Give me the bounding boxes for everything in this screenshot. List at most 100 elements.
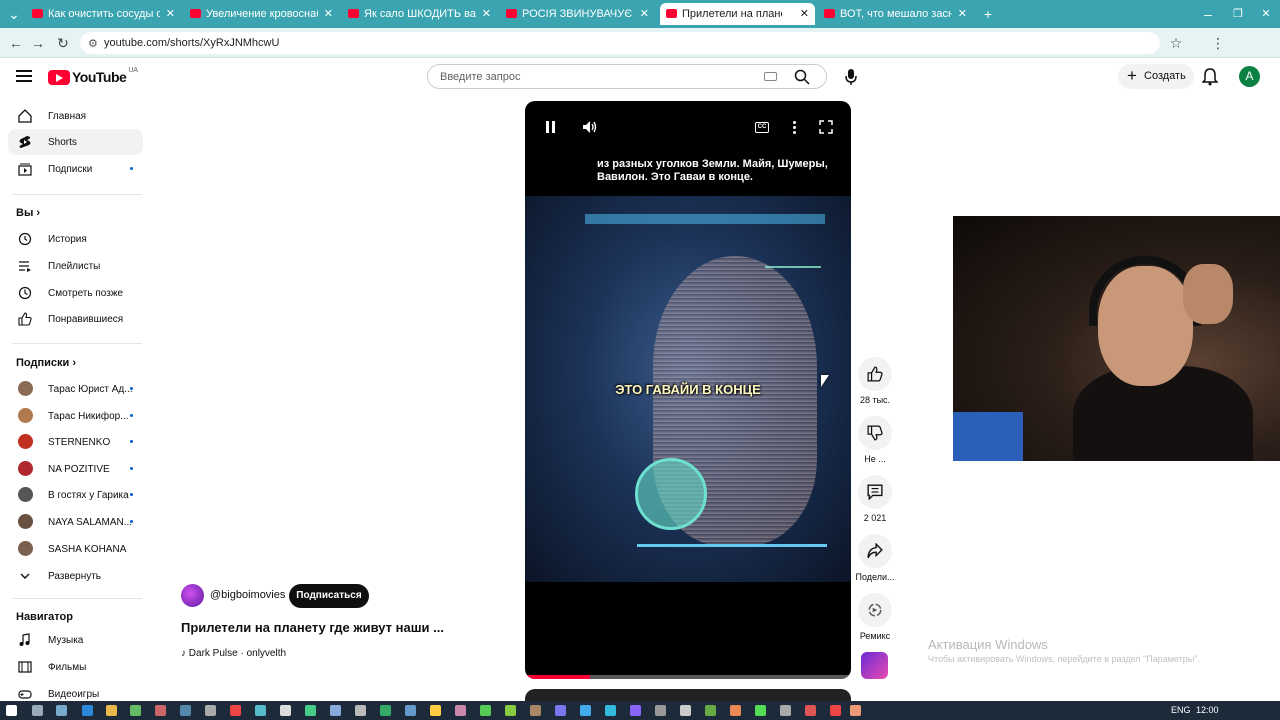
close-window-icon[interactable]: ✕: [1258, 6, 1274, 22]
app-icon[interactable]: [405, 705, 416, 716]
sound-thumbnail[interactable]: [861, 652, 888, 679]
telegram-icon[interactable]: [605, 705, 616, 716]
keyboard-icon[interactable]: [764, 72, 777, 81]
explorer-icon[interactable]: [106, 705, 117, 716]
close-tab-icon[interactable]: ✕: [482, 7, 491, 20]
app-icon[interactable]: [580, 705, 591, 716]
sidebar-subscription-channel[interactable]: Тарас Никифор...: [8, 403, 143, 429]
app-icon[interactable]: [780, 705, 791, 716]
close-tab-icon[interactable]: ✕: [324, 7, 333, 20]
close-tab-icon[interactable]: ✕: [166, 7, 175, 20]
app-icon[interactable]: [180, 705, 191, 716]
app-icon[interactable]: [330, 705, 341, 716]
search-input[interactable]: Введите запрос: [427, 64, 827, 89]
app-icon[interactable]: [155, 705, 166, 716]
sidebar-expand-button[interactable]: Развернуть: [8, 563, 143, 589]
sidebar-item-watch-later[interactable]: Смотреть позже: [8, 280, 143, 306]
youtube-logo[interactable]: YouTube UA: [48, 67, 138, 85]
forward-icon[interactable]: →: [30, 35, 46, 51]
app-icon[interactable]: [705, 705, 716, 716]
comments-button[interactable]: 2 021: [852, 475, 898, 523]
account-avatar[interactable]: A: [1239, 66, 1260, 87]
close-tab-icon[interactable]: ✕: [640, 7, 649, 20]
app-icon[interactable]: [305, 705, 316, 716]
video-progress-bar[interactable]: [525, 675, 851, 679]
url-field[interactable]: ⚙ youtube.com/shorts/XyRxJNMhcwU: [80, 32, 1160, 54]
app-icon[interactable]: [480, 705, 491, 716]
app-icon[interactable]: [255, 705, 266, 716]
app-icon[interactable]: [205, 705, 216, 716]
subscribe-button[interactable]: Подписаться: [289, 584, 369, 608]
app-icon[interactable]: [655, 705, 666, 716]
you-section-header[interactable]: Вы ›: [16, 207, 40, 219]
menu-icon[interactable]: [16, 70, 32, 82]
share-button[interactable]: Подели...: [852, 534, 898, 582]
close-tab-icon[interactable]: ✕: [800, 7, 809, 20]
site-info-icon[interactable]: ⚙: [88, 37, 98, 50]
sidebar-subscription-channel[interactable]: Тарас Юрист Ад...: [8, 376, 143, 402]
bookmark-icon[interactable]: ☆: [1168, 35, 1184, 51]
browser-tab-5-active[interactable]: Прилетели на планету где✕: [660, 3, 815, 25]
sidebar-item-home[interactable]: Главная: [8, 103, 143, 129]
app-icon[interactable]: [380, 705, 391, 716]
sidebar-subscription-channel[interactable]: NA POZITIVE: [8, 456, 143, 482]
video-title[interactable]: Прилетели на планету где живут наши ...: [181, 620, 444, 635]
reload-icon[interactable]: ↻: [55, 35, 71, 51]
sidebar-subscription-channel[interactable]: SASHA KOHANA: [8, 536, 143, 562]
closed-captions-icon[interactable]: CC: [755, 122, 769, 133]
minimize-icon[interactable]: –: [1200, 6, 1216, 22]
dislike-button[interactable]: Не ...: [852, 416, 898, 464]
more-options-icon[interactable]: [793, 121, 797, 135]
browser-tab-3[interactable]: Як сало ШКОДИТЬ вашому здо✕: [342, 3, 497, 25]
remix-button[interactable]: Ремикс: [852, 593, 898, 641]
fullscreen-icon[interactable]: [819, 120, 833, 134]
create-button[interactable]: + Создать: [1118, 64, 1194, 89]
browser-tab-1[interactable]: Как очистить сосуды от бляшек✕: [26, 3, 181, 25]
app-icon[interactable]: [455, 705, 466, 716]
sidebar-item-subscriptions[interactable]: Подписки: [8, 156, 143, 182]
browser-tab-4[interactable]: РОСІЯ ЗВИНУВАЧУЄ УКРАЇНУ✕: [500, 3, 655, 25]
app-icon[interactable]: [680, 705, 691, 716]
app-icon[interactable]: [730, 705, 741, 716]
search-icon[interactable]: [794, 69, 810, 85]
chrome-active-icon[interactable]: [830, 705, 841, 716]
task-view-icon[interactable]: [56, 705, 67, 716]
browser-tab-6[interactable]: ВОТ, что мешало заснуть! Как✕: [818, 3, 973, 25]
app-icon[interactable]: [280, 705, 291, 716]
microphone-icon[interactable]: [844, 68, 858, 86]
back-icon[interactable]: ←: [8, 35, 24, 51]
language-indicator[interactable]: ENG: [1171, 705, 1191, 715]
sidebar-item-music[interactable]: Музыка: [8, 627, 143, 653]
notifications-bell-icon[interactable]: [1202, 68, 1218, 86]
music-link[interactable]: ♪ Dark Pulse · onlyvelth: [181, 648, 286, 659]
sidebar-subscription-channel[interactable]: В гостях у Гарика: [8, 482, 143, 508]
app-icon[interactable]: [630, 705, 641, 716]
app-icon[interactable]: [505, 705, 516, 716]
channel-avatar[interactable]: [181, 584, 204, 607]
tab-list-icon[interactable]: ⌄: [6, 6, 22, 22]
app-icon[interactable]: [130, 705, 141, 716]
app-icon[interactable]: [850, 705, 861, 716]
sidebar-item-liked[interactable]: Понравившиеся: [8, 306, 143, 332]
close-tab-icon[interactable]: ✕: [958, 7, 967, 20]
shorts-video-player[interactable]: из разных уголков Земли. Майя, Шумеры, В…: [525, 101, 851, 679]
like-button[interactable]: 28 тыс.: [852, 357, 898, 405]
search-taskbar-icon[interactable]: [32, 705, 43, 716]
sidebar-item-shorts[interactable]: Shorts: [8, 129, 143, 155]
start-icon[interactable]: [6, 705, 17, 716]
edge-icon[interactable]: [82, 705, 93, 716]
app-icon[interactable]: [530, 705, 541, 716]
sidebar-subscription-channel[interactable]: NAYA SALAMAN...: [8, 509, 143, 535]
app-icon[interactable]: [805, 705, 816, 716]
volume-icon[interactable]: [582, 120, 598, 134]
channel-handle[interactable]: @bigboimovies: [210, 589, 285, 601]
sidebar-item-history[interactable]: История: [8, 226, 143, 252]
maximize-icon[interactable]: ❐: [1230, 6, 1246, 22]
app-icon[interactable]: [555, 705, 566, 716]
subscriptions-section-header[interactable]: Подписки ›: [16, 357, 76, 369]
sidebar-item-films[interactable]: Фильмы: [8, 654, 143, 680]
pause-icon[interactable]: [546, 121, 556, 133]
app-icon[interactable]: [430, 705, 441, 716]
app-icon[interactable]: [755, 705, 766, 716]
app-icon[interactable]: [355, 705, 366, 716]
